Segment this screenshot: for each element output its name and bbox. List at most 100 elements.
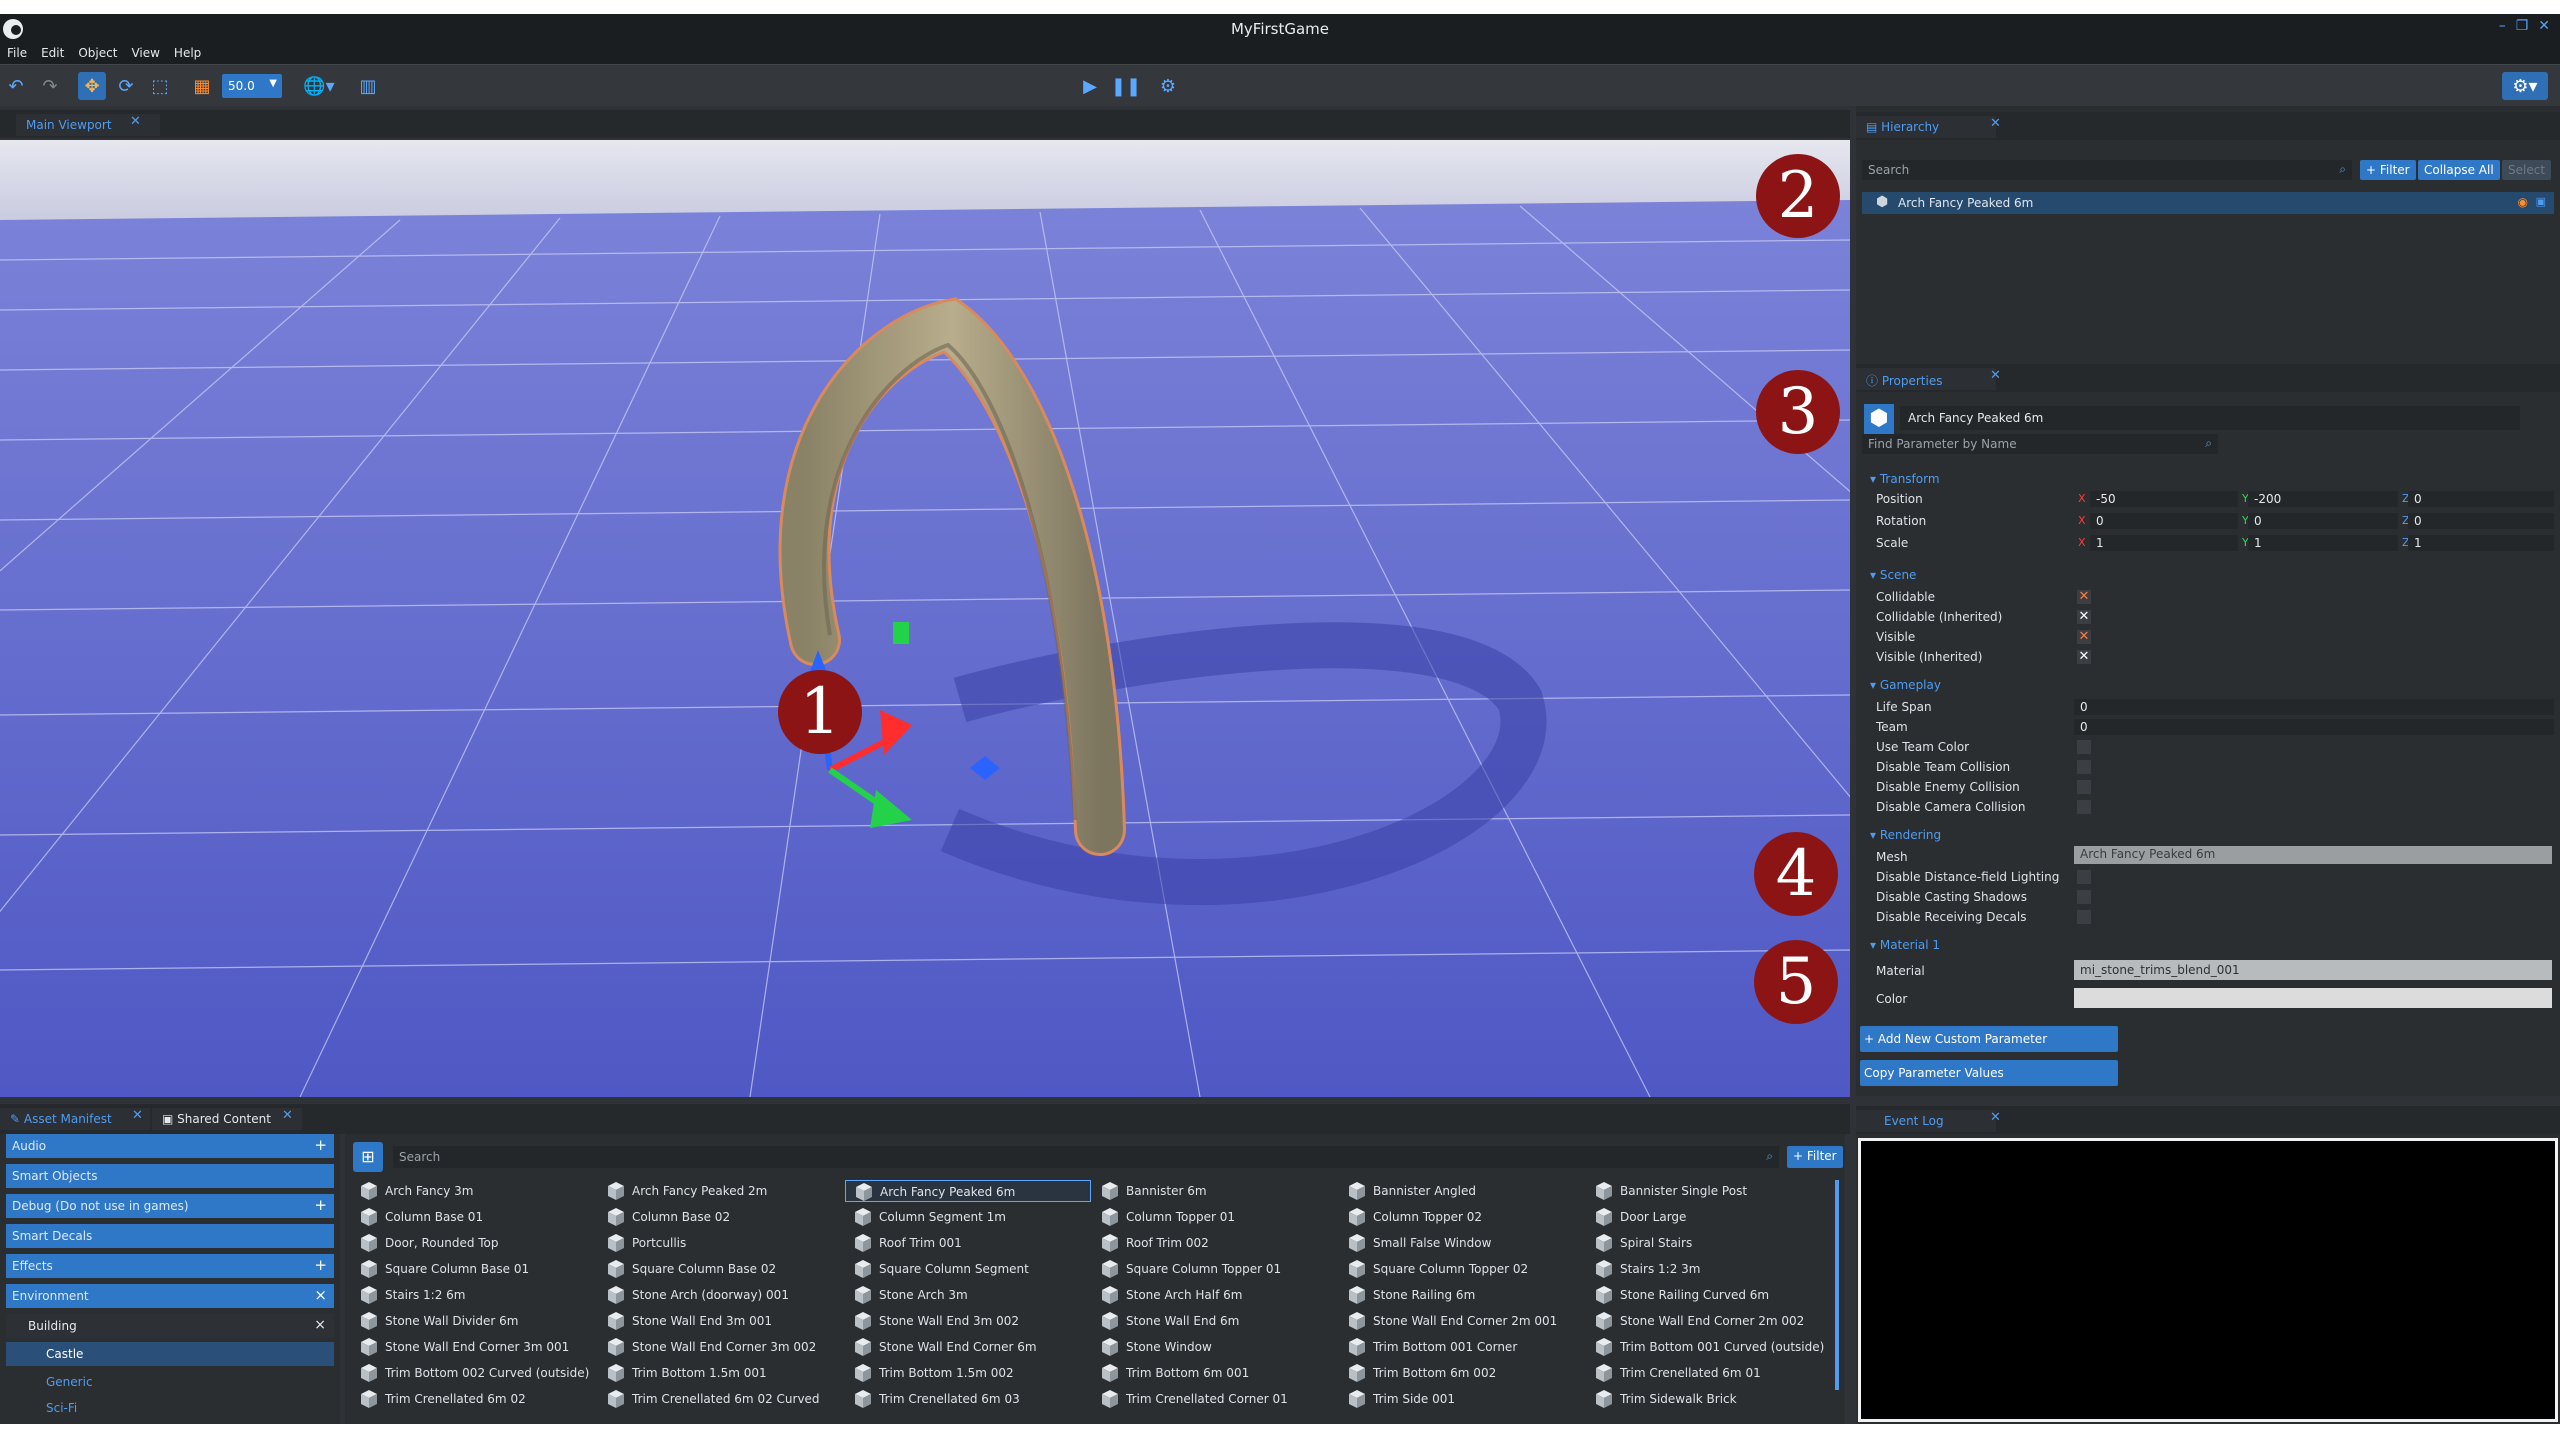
redo-icon[interactable]: ↷ — [36, 72, 64, 100]
disable-camera-collision-checkbox[interactable] — [2077, 800, 2091, 814]
close-icon[interactable]: ✕ — [282, 1108, 293, 1123]
main-viewport[interactable]: 1 2 3 4 5 — [0, 140, 1850, 1097]
asset-item[interactable]: Stairs 1:2 6m — [351, 1284, 597, 1306]
menu-edit[interactable]: Edit — [34, 44, 71, 64]
object-name-field[interactable]: Arch Fancy Peaked 6m — [1900, 406, 2520, 430]
content-scrollbar[interactable] — [1835, 1180, 1839, 1390]
asset-item[interactable]: Spiral Stairs — [1586, 1232, 1832, 1254]
asset-item[interactable]: Stone Railing Curved 6m — [1586, 1284, 1832, 1306]
close-icon[interactable]: × — [314, 1286, 327, 1304]
category-smart-decals[interactable]: Smart Decals — [6, 1224, 334, 1248]
team-field[interactable]: 0 — [2074, 719, 2554, 735]
asset-item[interactable]: Stone Railing 6m — [1339, 1284, 1585, 1306]
disable-receiving-decals-checkbox[interactable] — [2077, 910, 2091, 924]
asset-item[interactable]: Trim Crenellated 6m 02 Curved — [598, 1388, 844, 1410]
asset-item[interactable]: Arch Fancy Peaked 6m — [845, 1180, 1091, 1202]
asset-item[interactable]: Square Column Base 01 — [351, 1258, 597, 1280]
position-z-field[interactable]: 0 — [2408, 491, 2554, 507]
asset-item[interactable]: Stone Arch 3m — [845, 1284, 1091, 1306]
asset-item[interactable]: Trim Crenellated 6m 03 — [845, 1388, 1091, 1410]
asset-item[interactable]: Column Topper 02 — [1339, 1206, 1585, 1228]
tab-asset-manifest[interactable]: ✎ Asset Manifest — [0, 1108, 150, 1130]
close-icon[interactable]: × — [314, 1317, 326, 1333]
asset-item[interactable]: Stone Wall End Corner 2m 001 — [1339, 1310, 1585, 1332]
asset-item[interactable]: Stone Wall End Corner 3m 001 — [351, 1336, 597, 1358]
asset-item[interactable]: Trim Bottom 6m 001 — [1092, 1362, 1338, 1384]
asset-item[interactable]: Stone Wall Divider 6m — [351, 1310, 597, 1332]
asset-item[interactable]: Bannister Single Post — [1586, 1180, 1832, 1202]
subcategory-castle[interactable]: Castle — [6, 1342, 334, 1366]
asset-item[interactable]: Stone Window — [1092, 1336, 1338, 1358]
plus-icon[interactable]: + — [314, 1136, 327, 1154]
lock-icon[interactable]: ▣ — [2536, 195, 2546, 208]
tab-event-log[interactable]: Event Log — [1856, 1110, 1996, 1132]
scale-y-field[interactable]: 1 — [2248, 535, 2398, 551]
position-y-field[interactable]: -200 — [2248, 491, 2398, 507]
minimize-button[interactable]: – — [2499, 18, 2506, 34]
subcategory-sci-fi[interactable]: Sci-Fi — [6, 1396, 334, 1420]
section-transform[interactable]: ▾ Transform — [1870, 472, 1940, 486]
asset-item[interactable]: Trim Side 001 — [1339, 1388, 1585, 1410]
asset-item[interactable]: Small False Window — [1339, 1232, 1585, 1254]
asset-item[interactable]: Roof Trim 001 — [845, 1232, 1091, 1254]
asset-item[interactable]: Door Large — [1586, 1206, 1832, 1228]
menu-object[interactable]: Object — [71, 44, 124, 64]
select-button[interactable]: Select — [2502, 160, 2552, 180]
tab-properties[interactable]: ⓘ Properties — [1856, 368, 1996, 390]
asset-item[interactable]: Trim Bottom 1.5m 002 — [845, 1362, 1091, 1384]
asset-item[interactable]: Square Column Base 02 — [598, 1258, 844, 1280]
material-field[interactable]: mi_stone_trims_blend_001 — [2074, 960, 2552, 980]
pause-icon[interactable]: ❚❚ — [1111, 72, 1141, 100]
collidable-checkbox[interactable]: ✕ — [2077, 590, 2091, 604]
asset-item[interactable]: Column Base 01 — [351, 1206, 597, 1228]
collapse-all-button[interactable]: Collapse All — [2418, 160, 2500, 180]
asset-item[interactable]: Arch Fancy 3m — [351, 1180, 597, 1202]
scale-tool-icon[interactable]: ⬚ — [146, 72, 174, 100]
add-content-icon[interactable]: ⊞ — [353, 1142, 383, 1172]
asset-item[interactable]: Stone Wall End Corner 6m — [845, 1336, 1091, 1358]
disable-enemy-collision-checkbox[interactable] — [2077, 780, 2091, 794]
plus-icon[interactable]: + — [314, 1196, 327, 1214]
section-material-1[interactable]: ▾ Material 1 — [1870, 938, 1940, 952]
asset-item[interactable]: Bannister 6m — [1092, 1180, 1338, 1202]
rotation-y-field[interactable]: 0 — [2248, 513, 2398, 529]
play-icon[interactable]: ▶ — [1076, 72, 1104, 100]
disable-df-lighting-checkbox[interactable] — [2077, 870, 2091, 884]
hierarchy-filter-button[interactable]: + Filter — [2360, 160, 2416, 180]
asset-item[interactable]: Roof Trim 002 — [1092, 1232, 1338, 1254]
close-window-button[interactable]: ✕ — [2538, 18, 2550, 34]
life-span-field[interactable]: 0 — [2074, 699, 2554, 715]
close-icon[interactable]: ✕ — [130, 114, 141, 129]
category-audio[interactable]: Audio + — [6, 1134, 334, 1158]
asset-item[interactable]: Bannister Angled — [1339, 1180, 1585, 1202]
close-icon[interactable]: ✕ — [1990, 116, 2001, 131]
add-custom-parameter-button[interactable]: + Add New Custom Parameter — [1860, 1026, 2118, 1052]
close-icon[interactable]: ✕ — [132, 1108, 143, 1123]
asset-item[interactable]: Square Column Segment — [845, 1258, 1091, 1280]
section-rendering[interactable]: ▾ Rendering — [1870, 828, 1941, 842]
asset-item[interactable]: Square Column Topper 02 — [1339, 1258, 1585, 1280]
asset-item[interactable]: Stone Wall End Corner 2m 002 — [1586, 1310, 1832, 1332]
asset-item[interactable]: Square Column Topper 01 — [1092, 1258, 1338, 1280]
disable-team-collision-checkbox[interactable] — [2077, 760, 2091, 774]
category-environment[interactable]: Environment × — [6, 1284, 334, 1308]
asset-item[interactable]: Stone Wall End 3m 002 — [845, 1310, 1091, 1332]
visible-checkbox[interactable]: ✕ — [2077, 630, 2091, 644]
asset-item[interactable]: Trim Crenellated Corner 01 — [1092, 1388, 1338, 1410]
close-icon[interactable]: ✕ — [1990, 368, 2001, 383]
asset-item[interactable]: Trim Bottom 1.5m 001 — [598, 1362, 844, 1384]
copy-parameter-values-button[interactable]: Copy Parameter Values — [1860, 1060, 2118, 1086]
publish-icon[interactable]: ⚙▾ — [2502, 72, 2548, 100]
subcategory-generic[interactable]: Generic — [6, 1370, 334, 1394]
scale-z-field[interactable]: 1 — [2408, 535, 2554, 551]
asset-item[interactable]: Column Segment 1m — [845, 1206, 1091, 1228]
asset-item[interactable]: Stone Wall End Corner 3m 002 — [598, 1336, 844, 1358]
category-debug[interactable]: Debug (Do not use in games) + — [6, 1194, 334, 1218]
scale-x-field[interactable]: 1 — [2090, 535, 2238, 551]
disable-casting-shadows-checkbox[interactable] — [2077, 890, 2091, 904]
asset-item[interactable]: Stone Wall End 6m — [1092, 1310, 1338, 1332]
undo-icon[interactable]: ↶ — [2, 72, 30, 100]
plus-icon[interactable]: + — [314, 1256, 327, 1274]
hierarchy-search-input[interactable]: Search ⌕ — [1862, 160, 2352, 180]
asset-item[interactable]: Trim Bottom 001 Corner — [1339, 1336, 1585, 1358]
